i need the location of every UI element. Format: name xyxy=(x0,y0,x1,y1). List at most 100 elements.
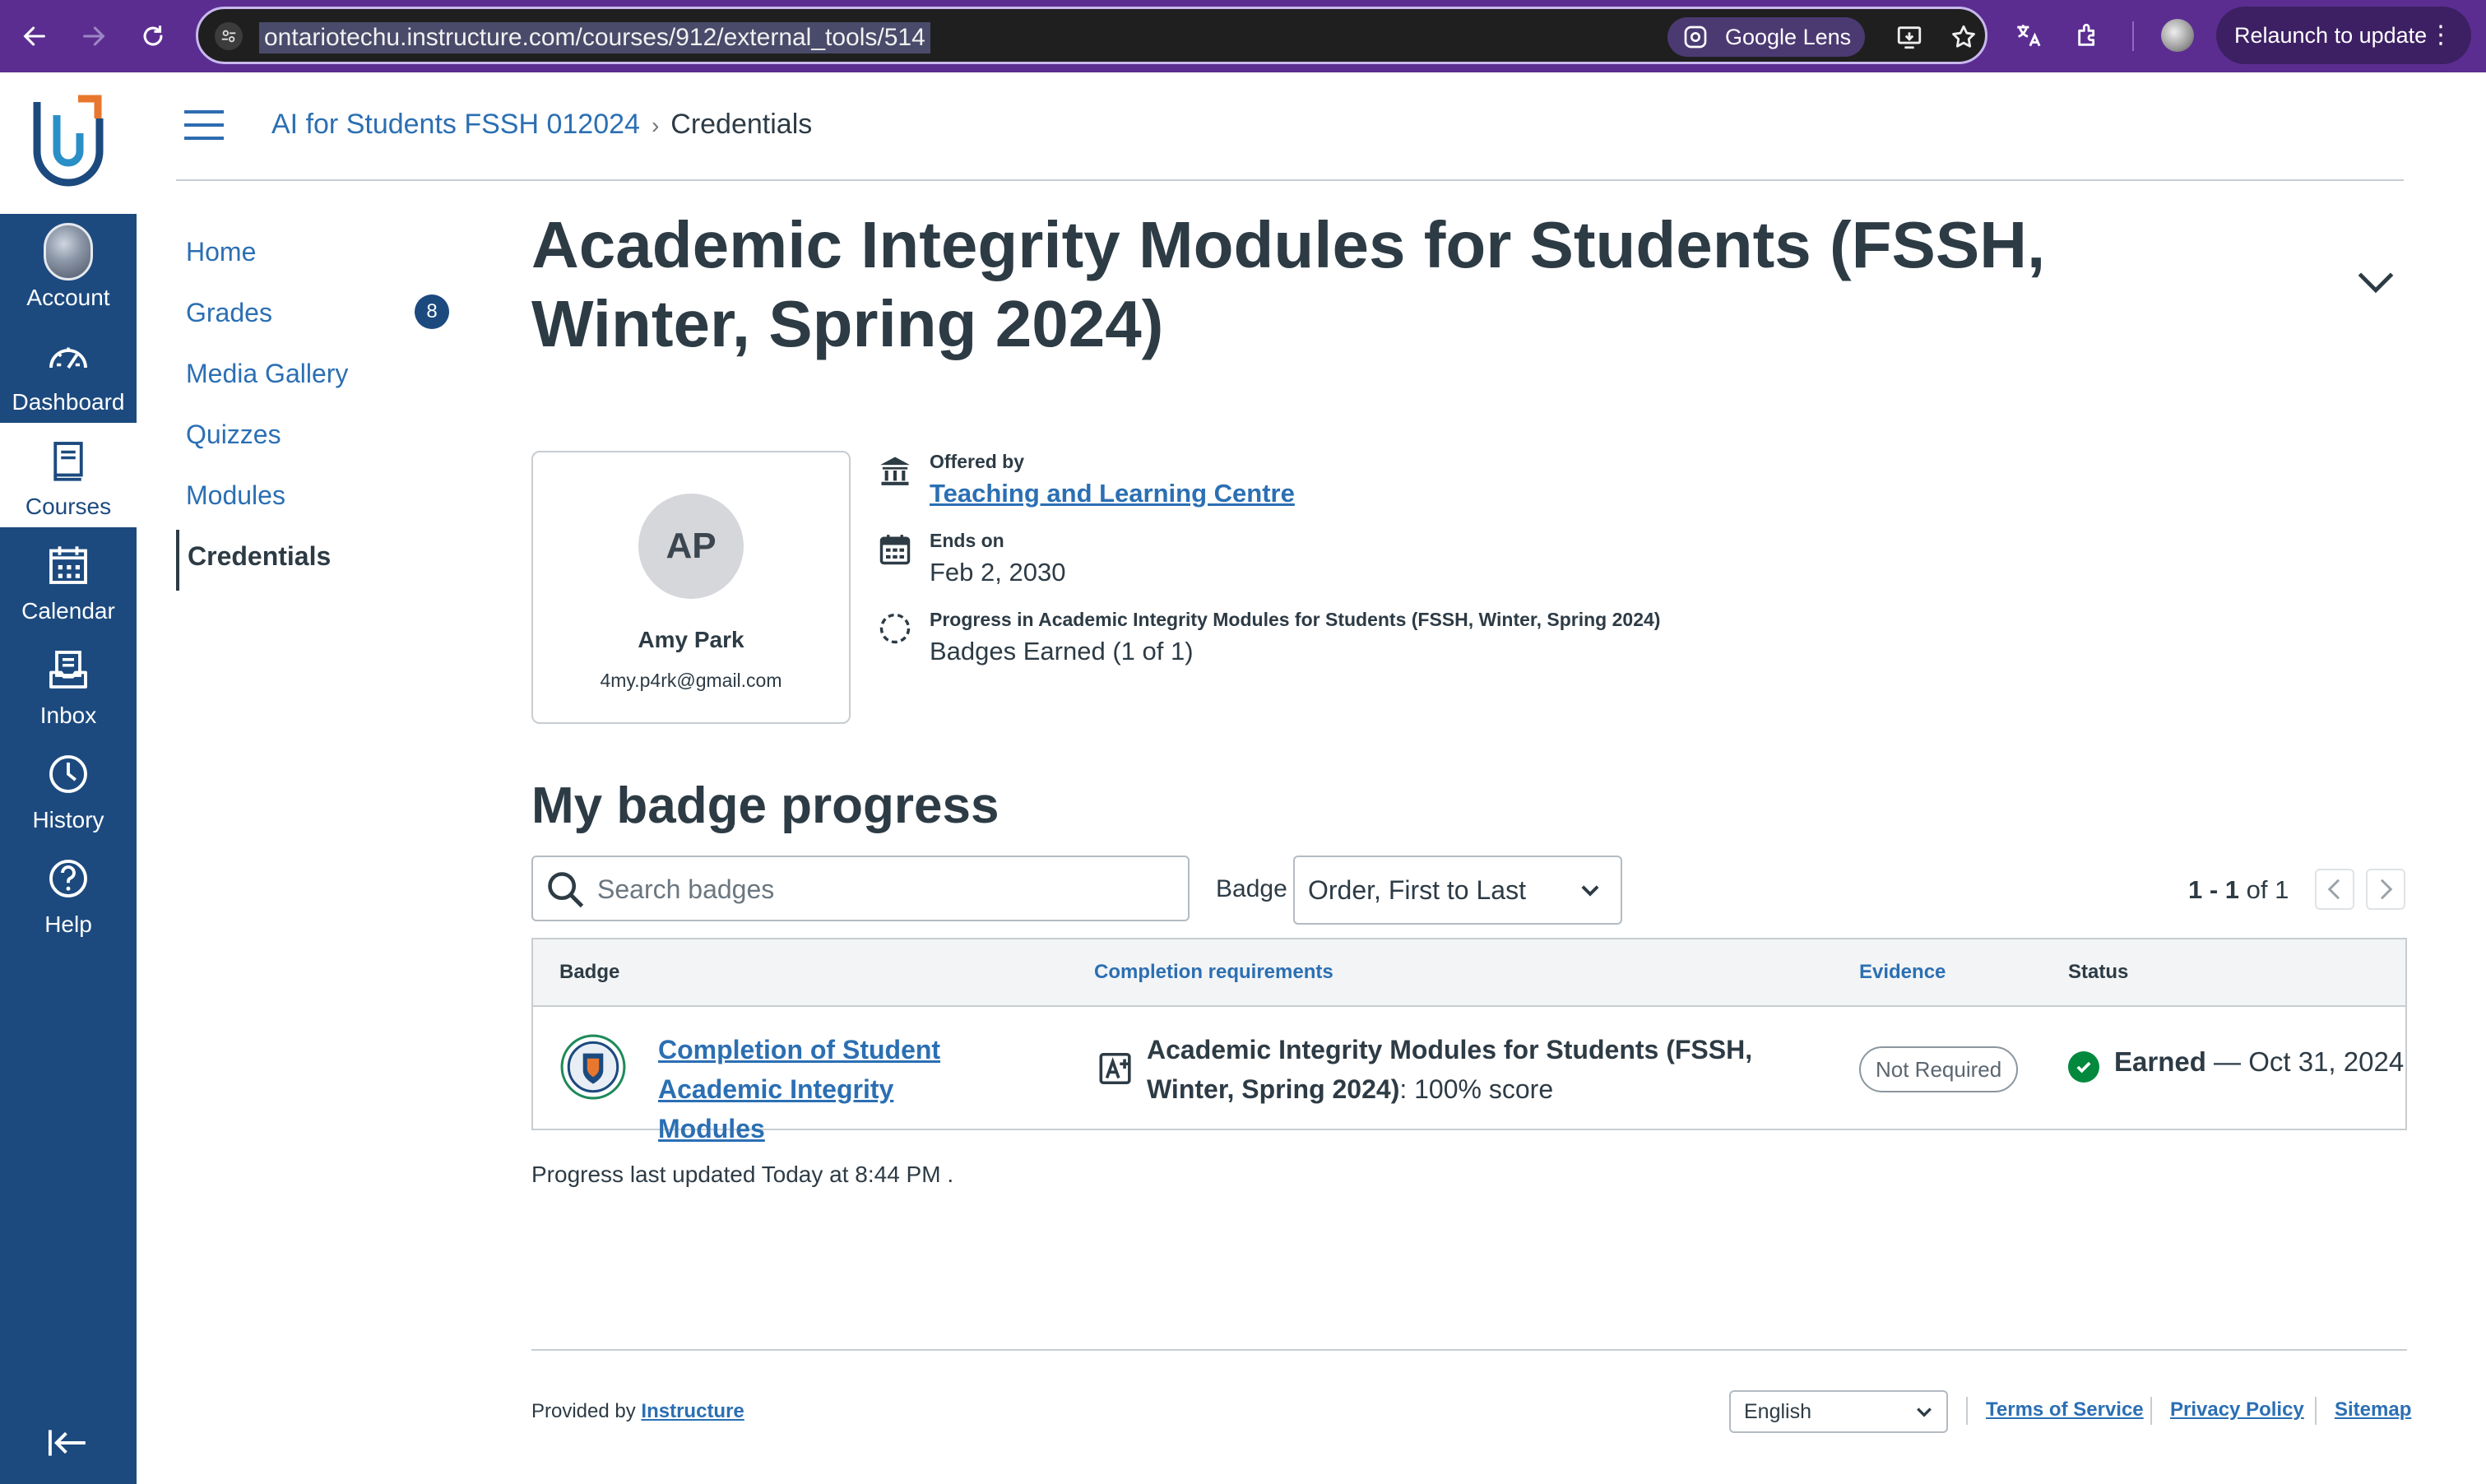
search-icon xyxy=(548,872,584,908)
nav-inbox[interactable]: Inbox xyxy=(0,632,137,736)
sitemap-link[interactable]: Sitemap xyxy=(2335,1398,2411,1421)
course-menu-toggle[interactable] xyxy=(184,110,227,140)
ends-on-value: Feb 2, 2030 xyxy=(930,558,1066,587)
next-page-button[interactable] xyxy=(2366,869,2405,910)
course-nav-credentials[interactable]: Credentials xyxy=(176,530,456,591)
breadcrumb-current: Credentials xyxy=(670,109,813,140)
bookmark-star-icon[interactable] xyxy=(1947,21,1980,53)
provided-by: Provided by Instructure xyxy=(531,1400,744,1423)
learner-email: 4my.p4rk@gmail.com xyxy=(600,670,782,691)
footer-divider xyxy=(531,1349,2407,1351)
pagination-total: 1 xyxy=(2275,875,2289,904)
footer-link-divider xyxy=(2150,1397,2152,1425)
badge-name-link[interactable]: Completion of Student Academic Integrity… xyxy=(658,1030,1004,1148)
nav-help[interactable]: Help xyxy=(0,841,137,945)
google-lens-button[interactable]: Google Lens xyxy=(1667,17,1865,57)
footer-link-divider xyxy=(2315,1397,2317,1425)
completion-requirement: Academic Integrity Modules for Students … xyxy=(1147,1030,1821,1109)
search-badges-field[interactable] xyxy=(531,856,1190,921)
page-title: Academic Integrity Modules for Students … xyxy=(531,208,2046,360)
nav-history[interactable]: History xyxy=(0,736,137,841)
arrow-left-icon xyxy=(23,26,45,46)
offered-by-link[interactable]: Teaching and Learning Centre xyxy=(930,479,1295,508)
badge-progress-heading: My badge progress xyxy=(531,777,1000,834)
table-row: Completion of Student Academic Integrity… xyxy=(533,1009,2405,1143)
calendar-icon xyxy=(44,540,93,590)
provided-by-label: Provided by xyxy=(531,1400,636,1422)
chevron-down-icon xyxy=(2358,272,2394,294)
relaunch-to-update-button[interactable]: Relaunch to update ⋮ xyxy=(2216,7,2471,64)
extensions-icon[interactable] xyxy=(2070,16,2108,54)
global-navigation: Account Dashboard Courses Calendar Inbox… xyxy=(0,72,137,1484)
course-nav-quizzes[interactable]: Quizzes xyxy=(176,408,456,469)
collapse-nav-button[interactable] xyxy=(41,1418,95,1468)
learner-avatar: AP xyxy=(638,494,744,599)
language-select[interactable]: English xyxy=(1729,1390,1948,1433)
logo-icon xyxy=(33,95,104,187)
grade-requirement-icon xyxy=(1099,1052,1131,1085)
status-text: Earned — Oct 31, 2024 xyxy=(2114,1046,2404,1078)
expand-details-button[interactable] xyxy=(2353,265,2399,304)
requirement-score: : 100% score xyxy=(1399,1074,1554,1104)
previous-page-button[interactable] xyxy=(2315,869,2354,910)
search-badges-input[interactable] xyxy=(597,867,1173,911)
badge-image-icon xyxy=(560,1034,626,1100)
language-value: English xyxy=(1744,1400,1811,1423)
account-avatar-icon xyxy=(44,223,93,281)
footer-link-divider xyxy=(1966,1397,1968,1425)
nav-dashboard[interactable]: Dashboard xyxy=(0,318,137,423)
calendar-icon xyxy=(879,535,911,565)
instructure-link[interactable]: Instructure xyxy=(641,1400,744,1422)
institution-icon xyxy=(880,457,910,485)
course-nav-home[interactable]: Home xyxy=(176,225,456,286)
ontario-tech-logo[interactable] xyxy=(0,72,137,214)
chevron-right-icon xyxy=(2380,879,2393,900)
nav-calendar-label: Calendar xyxy=(21,598,115,624)
translate-icon[interactable] xyxy=(2009,16,2047,54)
arrow-right-icon xyxy=(83,26,105,46)
progress-value: Badges Earned (1 of 1) xyxy=(930,637,1194,665)
url-text[interactable]: ontariotechu.instructure.com/courses/912… xyxy=(259,22,930,53)
sort-select-value: Order, First to Last xyxy=(1308,875,1526,905)
chevron-down-icon xyxy=(1917,1407,1932,1417)
site-info-icon[interactable] xyxy=(215,22,243,50)
nav-courses[interactable]: Courses xyxy=(0,423,137,527)
column-header-completion-requirements[interactable]: Completion requirements xyxy=(1094,961,1333,984)
progress-updated-note: Progress last updated Today at 8:44 PM . xyxy=(531,1162,954,1187)
offered-by-label: Offered by xyxy=(930,451,1025,472)
reload-button[interactable] xyxy=(132,15,174,58)
history-icon xyxy=(44,749,93,799)
more-menu-icon: ⋮ xyxy=(2428,21,2453,49)
column-header-evidence[interactable]: Evidence xyxy=(1859,961,1946,984)
progress-label: Progress in Academic Integrity Modules f… xyxy=(930,609,1661,630)
sort-label: Badge xyxy=(1216,875,1287,902)
google-lens-label: Google Lens xyxy=(1725,25,1852,49)
lens-icon xyxy=(1684,26,1707,49)
breadcrumb-course-link[interactable]: AI for Students FSSH 012024 xyxy=(271,109,640,140)
toolbar-divider xyxy=(2132,21,2134,51)
breadcrumb-separator-icon: › xyxy=(651,113,660,138)
course-nav-grades[interactable]: Grades xyxy=(176,286,456,347)
forward-button[interactable] xyxy=(72,15,115,58)
learner-name: Amy Park xyxy=(638,627,744,652)
address-bar[interactable]: ontariotechu.instructure.com/courses/912… xyxy=(196,7,1987,64)
pagination-of: of xyxy=(2246,875,2268,904)
dashboard-icon xyxy=(44,332,93,381)
check-circle-icon xyxy=(2068,1051,2099,1083)
column-header-status: Status xyxy=(2068,961,2129,983)
progress-circle-icon xyxy=(879,613,911,644)
nav-calendar[interactable]: Calendar xyxy=(0,527,137,632)
badge-sort-select[interactable]: Order, First to Last xyxy=(1293,856,1622,925)
pagination-summary: 1 - 1 of 1 xyxy=(2188,875,2289,905)
nav-account[interactable]: Account xyxy=(0,214,137,318)
privacy-policy-link[interactable]: Privacy Policy xyxy=(2170,1398,2304,1421)
course-nav-modules[interactable]: Modules xyxy=(176,469,456,530)
course-nav-media-gallery[interactable]: Media Gallery xyxy=(176,347,456,408)
profile-avatar-icon[interactable] xyxy=(2159,16,2196,54)
back-button[interactable] xyxy=(13,15,56,58)
browser-toolbar: ontariotechu.instructure.com/courses/912… xyxy=(0,0,2486,72)
status-date: — Oct 31, 2024 xyxy=(2205,1046,2405,1077)
install-app-icon[interactable] xyxy=(1893,21,1926,53)
terms-of-service-link[interactable]: Terms of Service xyxy=(1986,1398,2144,1421)
breadcrumb: AI for Students FSSH 012024 › Credentials xyxy=(271,104,812,146)
